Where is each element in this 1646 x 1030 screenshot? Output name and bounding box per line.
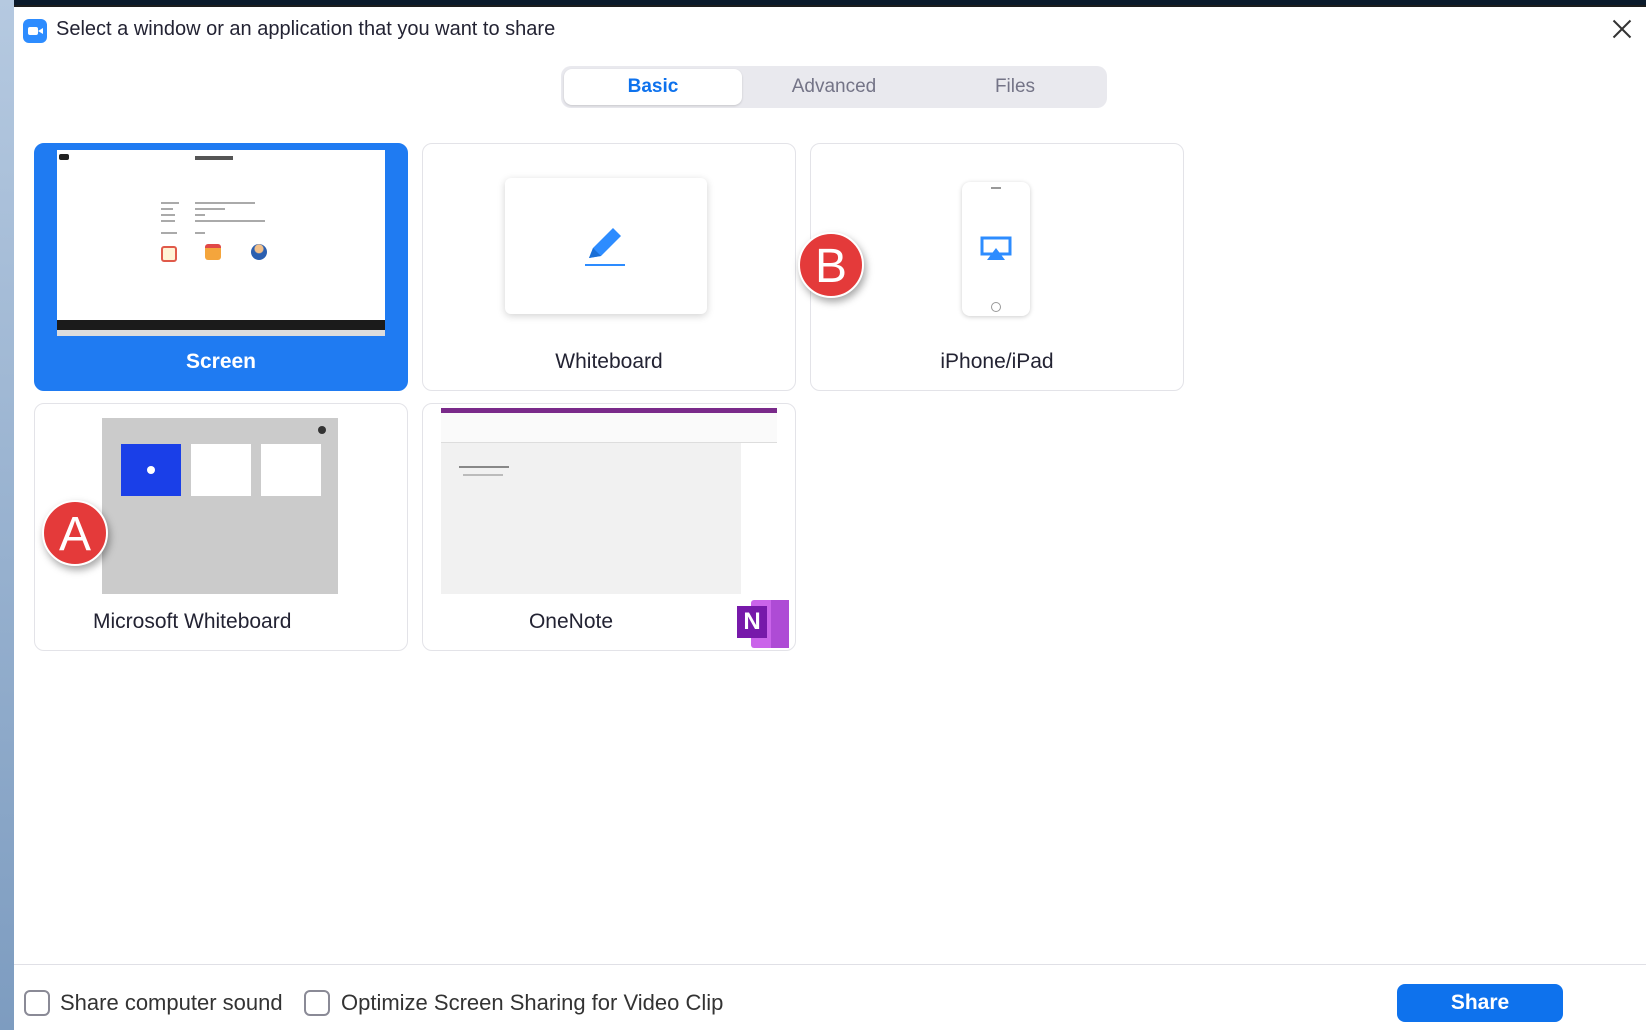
preview-text-line xyxy=(195,214,205,216)
screen-preview-thumbnail xyxy=(57,150,385,336)
onenote-icon-letter: N xyxy=(737,606,767,638)
share-option-iphone-ipad[interactable]: iPhone/iPad xyxy=(810,143,1184,391)
preview-text-line xyxy=(463,474,503,476)
preview-tile xyxy=(191,444,251,496)
annotation-badge-a: A xyxy=(42,500,108,566)
desktop-background-stripe xyxy=(0,0,14,1030)
share-option-label: OneNote xyxy=(528,610,614,633)
preview-header-bar xyxy=(102,408,338,418)
airplay-icon xyxy=(980,236,1012,260)
whiteboard-preview xyxy=(505,178,707,314)
share-option-onenote[interactable]: OneNote N xyxy=(422,403,796,651)
preview-statusbar xyxy=(57,330,385,336)
dialog-title: Select a window or an application that y… xyxy=(56,18,556,40)
tab-basic[interactable]: Basic xyxy=(564,69,742,105)
avatar xyxy=(318,426,326,434)
phone-home-button xyxy=(991,302,1001,312)
preview-text-line xyxy=(195,220,265,222)
preview-text-line xyxy=(195,232,205,234)
window-controls-icon xyxy=(59,154,69,160)
tab-files[interactable]: Files xyxy=(926,69,1104,105)
phone-preview xyxy=(962,182,1030,316)
preview-tile xyxy=(261,444,321,496)
annotation-badge-b: B xyxy=(798,232,864,298)
onenote-thumbnail xyxy=(441,408,777,594)
onenote-icon-back xyxy=(771,600,789,648)
folder-icon xyxy=(205,244,221,260)
optimize-video-label: Optimize Screen Sharing for Video Clip xyxy=(341,990,724,1015)
preview-text-line xyxy=(195,208,225,210)
zoom-app-icon xyxy=(23,19,47,43)
optimize-video-checkbox[interactable] xyxy=(304,990,330,1016)
share-option-label: iPhone/iPad xyxy=(940,350,1054,373)
title-bar: Select a window or an application that y… xyxy=(14,7,1646,51)
microsoft-whiteboard-thumbnail xyxy=(102,408,338,594)
pencil-icon xyxy=(585,228,625,266)
tab-advanced[interactable]: Advanced xyxy=(745,69,923,105)
share-button[interactable]: Share xyxy=(1397,984,1563,1022)
footer-divider xyxy=(14,964,1646,965)
onenote-icon: N xyxy=(737,600,793,648)
preview-text-line xyxy=(161,214,175,216)
share-sound-checkbox[interactable] xyxy=(24,990,50,1016)
preview-text-line xyxy=(161,202,179,204)
preview-text-line xyxy=(459,466,509,468)
preview-tile xyxy=(121,444,181,496)
preview-header-bar xyxy=(195,156,233,160)
preview-text-line xyxy=(161,208,173,210)
user-icon xyxy=(251,244,267,260)
share-sound-label: Share computer sound xyxy=(60,990,283,1015)
preview-ribbon xyxy=(441,413,777,443)
preview-text-line xyxy=(195,202,255,204)
add-icon xyxy=(147,466,155,474)
preview-sidebar xyxy=(741,443,777,594)
tab-bar: Basic Advanced Files xyxy=(561,66,1107,108)
share-option-label: Microsoft Whiteboard xyxy=(93,610,292,633)
share-dialog: Select a window or an application that y… xyxy=(14,5,1646,1030)
preview-text-line xyxy=(161,232,177,234)
phone-speaker xyxy=(991,187,1001,189)
share-option-screen[interactable]: Screen xyxy=(34,143,408,391)
calendar-icon xyxy=(161,246,177,262)
preview-text-line xyxy=(161,220,175,222)
share-option-whiteboard[interactable]: Whiteboard xyxy=(422,143,796,391)
close-icon[interactable] xyxy=(1606,13,1638,45)
share-option-label: Whiteboard xyxy=(555,350,663,373)
share-option-label: Screen xyxy=(185,350,257,373)
